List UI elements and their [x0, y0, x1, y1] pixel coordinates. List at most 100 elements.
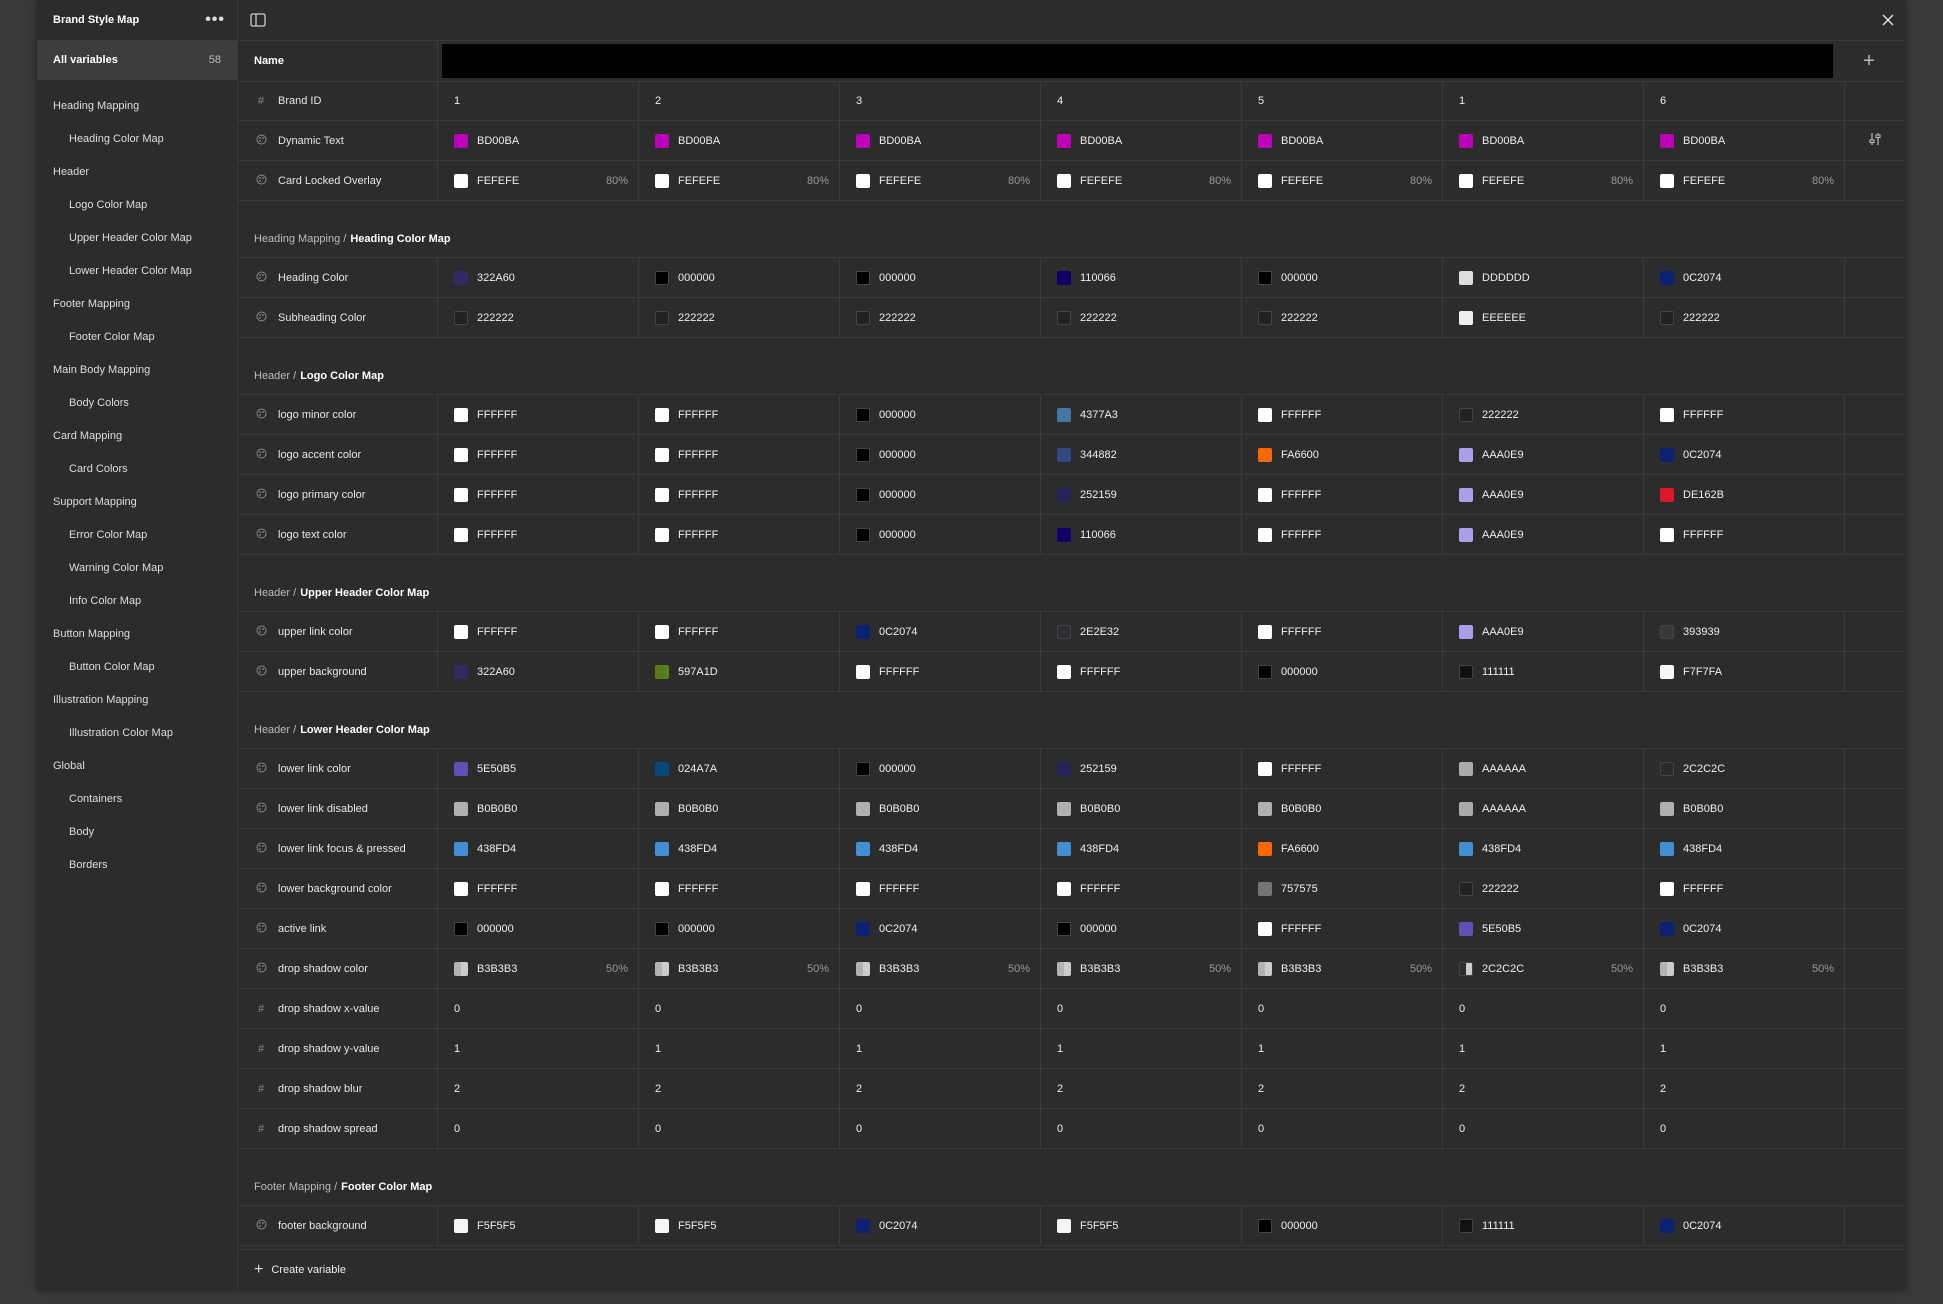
- table-row[interactable]: upper background 322A60 597A1D FFFFFF FFFFFF…: [238, 652, 1905, 692]
- value-cell[interactable]: FFFFFF: [438, 612, 639, 651]
- value-cell[interactable]: 110066: [1041, 258, 1242, 297]
- table-row[interactable]: active link 000000 000000 0C2074 000000 FFFFF…: [238, 909, 1905, 949]
- value-cell[interactable]: 322A60: [438, 258, 639, 297]
- table-row[interactable]: lower link color 5E50B5 024A7A 000000 252159…: [238, 749, 1905, 789]
- value-cell[interactable]: FFFFFF: [1644, 869, 1845, 908]
- sidebar-item[interactable]: Header: [37, 156, 237, 189]
- value-cell[interactable]: F7F7FA: [1644, 652, 1845, 691]
- sidebar-item[interactable]: Card Mapping: [37, 420, 237, 453]
- value-cell[interactable]: 0: [639, 1109, 840, 1148]
- value-cell[interactable]: FFFFFF: [840, 869, 1041, 908]
- close-icon[interactable]: [1881, 13, 1895, 27]
- value-cell[interactable]: FEFEFE 80%: [840, 161, 1041, 200]
- value-cell[interactable]: 0C2074: [1644, 258, 1845, 297]
- value-cell[interactable]: 222222: [1242, 298, 1443, 337]
- table-row[interactable]: footer background F5F5F5 F5F5F5 0C2074 F5F5F…: [238, 1206, 1905, 1246]
- value-cell[interactable]: FFFFFF: [840, 652, 1041, 691]
- value-cell[interactable]: 1: [1443, 1029, 1644, 1068]
- value-cell[interactable]: 393939: [1644, 612, 1845, 651]
- value-cell[interactable]: B0B0B0: [639, 789, 840, 828]
- value-cell[interactable]: B0B0B0: [1644, 789, 1845, 828]
- sidebar-item[interactable]: Support Mapping: [37, 486, 237, 519]
- value-cell[interactable]: 344882: [1041, 435, 1242, 474]
- value-cell[interactable]: BD00BA: [840, 121, 1041, 160]
- value-cell[interactable]: 438FD4: [639, 829, 840, 868]
- value-cell[interactable]: 222222: [1041, 298, 1242, 337]
- sidebar-toggle-icon[interactable]: [250, 13, 266, 27]
- variable-name-cell[interactable]: # Brand ID: [238, 81, 438, 120]
- variable-name-cell[interactable]: lower link disabled: [238, 789, 438, 828]
- value-cell[interactable]: 0C2074: [1644, 435, 1845, 474]
- value-cell[interactable]: 2C2C2C 50%: [1443, 949, 1644, 988]
- value-cell[interactable]: 000000: [1242, 1206, 1443, 1245]
- value-cell[interactable]: DE162B: [1644, 475, 1845, 514]
- value-cell[interactable]: 000000: [1041, 909, 1242, 948]
- variable-name-cell[interactable]: active link: [238, 909, 438, 948]
- sidebar-item[interactable]: Footer Color Map: [37, 321, 237, 354]
- value-cell[interactable]: BD00BA: [438, 121, 639, 160]
- value-cell[interactable]: 000000: [639, 909, 840, 948]
- value-cell[interactable]: 0: [1242, 1109, 1443, 1148]
- value-cell[interactable]: 000000: [438, 909, 639, 948]
- value-cell[interactable]: 0: [1041, 1109, 1242, 1148]
- value-cell[interactable]: 222222: [1443, 395, 1644, 434]
- table-row[interactable]: drop shadow color B3B3B3 50% B3B3B3 50% B3B3B…: [238, 949, 1905, 989]
- value-cell[interactable]: FFFFFF: [1242, 395, 1443, 434]
- table-row[interactable]: logo accent color FFFFFF FFFFFF 000000 34488…: [238, 435, 1905, 475]
- sidebar-item[interactable]: Illustration Color Map: [37, 717, 237, 750]
- value-cell[interactable]: FEFEFE 80%: [1443, 161, 1644, 200]
- sidebar-item[interactable]: Heading Mapping: [37, 90, 237, 123]
- value-cell[interactable]: B0B0B0: [1041, 789, 1242, 828]
- table-row[interactable]: logo text color FFFFFF FFFFFF 000000 110066 F…: [238, 515, 1905, 555]
- value-cell[interactable]: 2: [1041, 1069, 1242, 1108]
- value-cell[interactable]: 2: [1242, 1069, 1443, 1108]
- value-cell[interactable]: F5F5F5: [1041, 1206, 1242, 1245]
- value-cell[interactable]: FFFFFF: [1242, 749, 1443, 788]
- value-cell[interactable]: FEFEFE 80%: [1041, 161, 1242, 200]
- table-row[interactable]: lower link focus & pressed 438FD4 438FD4 43…: [238, 829, 1905, 869]
- value-cell[interactable]: 222222: [438, 298, 639, 337]
- sidebar-item[interactable]: Info Color Map: [37, 585, 237, 618]
- value-cell[interactable]: BD00BA: [1443, 121, 1644, 160]
- sidebar-item[interactable]: Containers: [37, 783, 237, 816]
- value-cell[interactable]: FFFFFF: [1041, 869, 1242, 908]
- variable-name-cell[interactable]: upper background: [238, 652, 438, 691]
- value-cell[interactable]: FFFFFF: [639, 869, 840, 908]
- value-cell[interactable]: 0C2074: [840, 909, 1041, 948]
- variable-name-cell[interactable]: lower background color: [238, 869, 438, 908]
- sidebar-item[interactable]: Heading Color Map: [37, 123, 237, 156]
- value-cell[interactable]: 000000: [840, 435, 1041, 474]
- value-cell[interactable]: FEFEFE 80%: [1644, 161, 1845, 200]
- value-cell[interactable]: 000000: [1242, 652, 1443, 691]
- value-cell[interactable]: B3B3B3 50%: [1242, 949, 1443, 988]
- variable-name-cell[interactable]: lower link focus & pressed: [238, 829, 438, 868]
- table-row[interactable]: lower link disabled B0B0B0 B0B0B0 B0B0B0 B0B…: [238, 789, 1905, 829]
- table-row[interactable]: Heading Color 322A60 000000 000000 110066 000…: [238, 258, 1905, 298]
- sidebar-item[interactable]: Borders: [37, 849, 237, 882]
- sidebar-item[interactable]: Button Color Map: [37, 651, 237, 684]
- value-cell[interactable]: 0: [1242, 989, 1443, 1028]
- value-cell[interactable]: 2: [639, 1069, 840, 1108]
- value-cell[interactable]: 000000: [840, 749, 1041, 788]
- value-cell[interactable]: 111111: [1443, 652, 1644, 691]
- value-cell[interactable]: 0: [840, 989, 1041, 1028]
- value-cell[interactable]: FA6600: [1242, 435, 1443, 474]
- value-cell[interactable]: FEFEFE 80%: [1242, 161, 1443, 200]
- row-tail[interactable]: [1845, 121, 1905, 160]
- value-cell[interactable]: 4: [1041, 81, 1242, 120]
- variable-name-cell[interactable]: logo primary color: [238, 475, 438, 514]
- sidebar-item-all-variables[interactable]: All variables 58: [37, 40, 237, 80]
- value-cell[interactable]: FFFFFF: [639, 395, 840, 434]
- value-cell[interactable]: B0B0B0: [840, 789, 1041, 828]
- value-cell[interactable]: 0C2074: [1644, 1206, 1845, 1245]
- variable-name-cell[interactable]: # drop shadow x-value: [238, 989, 438, 1028]
- variable-name-cell[interactable]: Subheading Color: [238, 298, 438, 337]
- variable-name-cell[interactable]: # drop shadow spread: [238, 1109, 438, 1148]
- variable-name-cell[interactable]: Card Locked Overlay: [238, 161, 438, 200]
- value-cell[interactable]: FFFFFF: [1242, 612, 1443, 651]
- value-cell[interactable]: B3B3B3 50%: [639, 949, 840, 988]
- value-cell[interactable]: 1: [1041, 1029, 1242, 1068]
- value-cell[interactable]: 110066: [1041, 515, 1242, 554]
- sidebar-item[interactable]: Error Color Map: [37, 519, 237, 552]
- variable-name-cell[interactable]: logo minor color: [238, 395, 438, 434]
